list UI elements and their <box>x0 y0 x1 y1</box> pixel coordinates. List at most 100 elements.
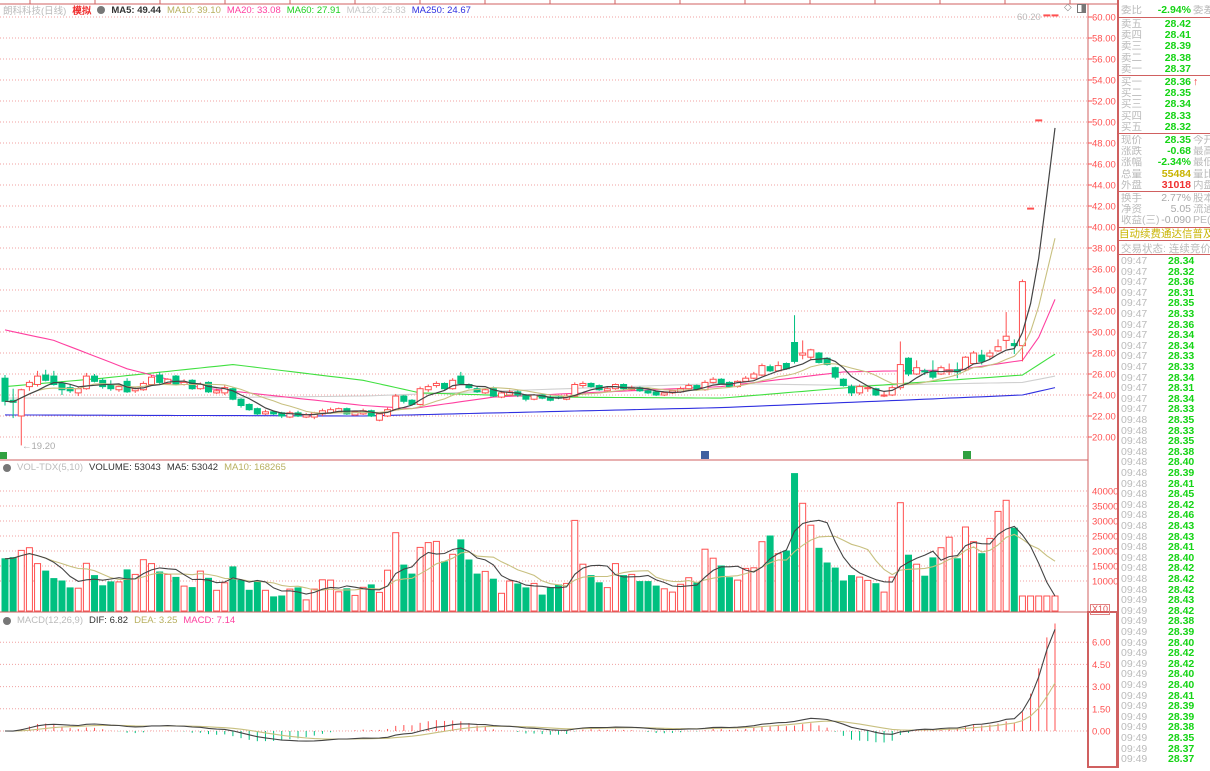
volume-bar <box>196 570 204 612</box>
volume-bar <box>498 592 506 612</box>
volume-bar <box>652 585 660 612</box>
candle <box>123 378 131 393</box>
volume-bar <box>107 581 115 612</box>
volume-bar <box>99 585 107 612</box>
candle <box>636 386 644 392</box>
tick-price: 28.42 <box>1168 573 1195 585</box>
price-axis-label: 26.00 <box>1092 370 1116 381</box>
volume-bar <box>42 570 50 612</box>
price-axis-label: 20.00 <box>1092 433 1116 444</box>
volume-bar <box>286 588 294 612</box>
candle-body <box>685 385 693 390</box>
ma250-label: MA250: 24.67 <box>411 4 471 16</box>
volume-bar <box>506 580 514 612</box>
volume-bar <box>766 535 774 612</box>
ask-row-label: 卖二 <box>1121 52 1142 64</box>
fundamental-row-value: 5.05 <box>1170 204 1191 216</box>
candle <box>34 370 42 387</box>
candle <box>1002 312 1010 349</box>
candle-body <box>994 346 1002 352</box>
candle-body <box>880 394 888 397</box>
kline-chart-area[interactable]: 60.00 58.00 56.00 54.00 52.00 50.00 48.00 46.00… <box>0 0 1118 768</box>
volume-bar <box>725 577 733 612</box>
volume-axis-label: 25000 <box>1092 532 1117 543</box>
candle <box>375 412 383 422</box>
volume-bar <box>815 547 823 612</box>
volume-bar <box>774 553 782 612</box>
panel-toggle-icon[interactable] <box>1077 4 1086 13</box>
candle <box>945 363 953 376</box>
ma10-label: MA10: 39.10 <box>166 4 221 16</box>
candle-body <box>457 375 465 384</box>
promo-banner[interactable]: 自动续费通达信普及版 <box>1119 227 1210 241</box>
quote-panel: 委比 -2.94% 委差 卖五 28.42 卖四 28.41 卖三 28.39 卖二 28.3… <box>1117 0 1210 768</box>
price-axis-label: 52.00 <box>1092 97 1116 108</box>
candle <box>424 384 432 392</box>
volume-bar <box>595 582 603 612</box>
volume-bar <box>677 583 685 612</box>
fundamental-row: 换手 2.77% 股本 <box>1121 193 1210 204</box>
volume-bar <box>1043 595 1051 612</box>
quote-row: 涨跌 -0.68 最高 <box>1121 146 1210 157</box>
candle <box>758 363 766 377</box>
gear-icon[interactable] <box>97 6 106 14</box>
tick-price: 28.39 <box>1168 626 1195 638</box>
candle-body <box>913 367 921 375</box>
low-price-annotation: ←19.20 <box>22 441 56 452</box>
volume-bar <box>864 579 872 612</box>
volume-bar <box>571 519 579 612</box>
tick-price: 28.39 <box>1168 467 1195 479</box>
volume-bar <box>636 581 644 612</box>
quote-row-label2: 今开 <box>1193 135 1210 146</box>
candle <box>416 386 424 406</box>
price-axis-label: 32.00 <box>1092 307 1116 318</box>
event-marker-icon[interactable] <box>0 452 7 459</box>
volume-bar <box>237 579 245 612</box>
volume-bar <box>1018 595 1026 612</box>
volume-bar <box>156 571 164 612</box>
candle <box>245 403 253 411</box>
fundamental-row-label: 净资 <box>1121 204 1142 216</box>
diamond-icon[interactable]: ◇ <box>1064 2 1072 13</box>
price-axis-label: 60.00 <box>1092 13 1116 24</box>
gear-icon[interactable] <box>3 616 11 625</box>
tick-price: 28.34 <box>1168 255 1195 267</box>
candle-body <box>148 376 156 385</box>
volume-bar <box>473 573 481 612</box>
fundamental-row-value: 2.77% <box>1161 193 1191 204</box>
candle <box>156 371 164 385</box>
candle-body <box>986 352 994 357</box>
ask-row-label: 卖三 <box>1121 41 1142 53</box>
price-axis-label: 24.00 <box>1092 391 1116 402</box>
volume-bar <box>538 594 546 612</box>
candle-body <box>172 375 180 386</box>
price-axis-label: 54.00 <box>1092 76 1116 87</box>
chart-canvas[interactable]: 60.00 58.00 56.00 54.00 52.00 50.00 48.00 46.00… <box>0 0 1118 768</box>
volume-bar <box>848 575 856 612</box>
tick-time: 09:49 <box>1121 753 1148 766</box>
volume-bar <box>25 547 33 612</box>
volume-bar <box>74 587 82 612</box>
event-marker-icon[interactable] <box>963 451 971 459</box>
fundamental-row-label2: 股本 <box>1193 193 1210 204</box>
volume-bar <box>587 575 595 612</box>
order-ratio-value: -2.94% <box>1157 5 1191 16</box>
candle <box>1010 339 1018 355</box>
event-marker-icon[interactable] <box>701 451 709 459</box>
price-axis-label: 56.00 <box>1092 55 1116 66</box>
candle-body <box>701 381 709 391</box>
candle-body <box>441 382 449 390</box>
volume-bar <box>603 587 611 612</box>
volume-bar <box>253 581 261 612</box>
ask-row: 卖三 28.39 <box>1121 41 1210 52</box>
candle-body <box>791 342 799 362</box>
candle-body <box>17 389 25 417</box>
volume-bar <box>229 566 237 612</box>
bid-row: 买二 28.35 <box>1121 88 1210 99</box>
tick-time: 09:47 <box>1121 308 1148 320</box>
gear-icon[interactable] <box>3 463 11 472</box>
tick-row: 09:48 28.42 <box>1121 574 1210 585</box>
candle <box>229 387 237 401</box>
tick-time: 09:48 <box>1121 467 1148 479</box>
price-axis-label: 46.00 <box>1092 160 1116 171</box>
